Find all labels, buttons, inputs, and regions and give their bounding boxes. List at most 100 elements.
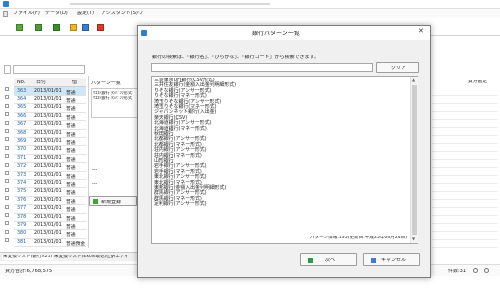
row-checkbox[interactable] [5, 179, 9, 184]
right-header-credit-account: 貸方勘定 [468, 80, 488, 84]
toolbar-import-icon[interactable] [16, 24, 23, 31]
row-checkbox[interactable] [5, 196, 9, 201]
menu-data[interactable]: データ(D) [45, 11, 68, 16]
next-button[interactable]: 次へ [300, 253, 357, 266]
pattern-list-item[interactable]: ｳｴｽﾄ銀行 ﾃﾝﾊﾟﾝﾂ形式 [93, 91, 132, 95]
table-cell-date: 2013/01/01 [34, 172, 62, 178]
menu-file[interactable]: ファイル(F) [13, 11, 40, 16]
toolbar-folder-icon[interactable] [70, 24, 77, 31]
dialog-close-icon[interactable]: ✕ [418, 28, 424, 35]
bank-list-scrollbar[interactable]: ▲ ▼ [410, 77, 418, 243]
pattern-list: ｳｴｽﾄ銀行 ﾃﾝﾊﾟﾝﾂ形式 ｳｴｽﾄ銀行 ﾃﾝﾊﾟﾝﾂ形式 [91, 88, 139, 118]
row-checkbox[interactable] [5, 129, 9, 133]
clear-button[interactable]: クリア [376, 62, 419, 73]
row-checkbox[interactable] [5, 204, 9, 209]
cancel-button-label: キャンセル [381, 258, 407, 263]
dialog-title: 銀行パターン一覧 [252, 30, 300, 37]
clear-button-label: クリア [391, 66, 407, 71]
grid-header-debit: 借 [72, 80, 78, 85]
bank-list: 三菱東京UFJ銀行(CSV形式) 三井住友銀行(金額入出金列明細形式) りそな銀行(… [151, 76, 418, 244]
next-button-label: 次へ [325, 258, 336, 263]
table-cell-date: 2013/01/01 [34, 239, 62, 245]
table-cell-date: 2013/01/01 [34, 147, 62, 153]
table-cell-no: 375 [17, 189, 27, 195]
cancel-button[interactable]: キャンセル [363, 253, 420, 266]
table-cell-no: 371 [17, 155, 27, 161]
tab-unconverted-bank[interactable]: 未変換リスト(銀行X21) [2, 255, 54, 260]
status-count: 件数:31 [448, 269, 467, 274]
bank-pattern-dialog: 銀行パターン一覧 ✕ 銀行の検索は、「銀行名」、「ひらがな」、「銀行コード」から… [137, 25, 431, 278]
row-checkbox[interactable] [5, 137, 9, 142]
row-checkbox[interactable] [5, 171, 9, 175]
app-search-input[interactable] [13, 65, 85, 74]
table-cell-date: 2013/01/01 [34, 88, 62, 94]
pattern-dash: --- [92, 182, 98, 187]
zoom-in-icon[interactable] [484, 268, 489, 273]
table-cell-date: 2013/01/01 [34, 155, 62, 161]
new-register-button[interactable]: 新規登録 [89, 196, 137, 206]
table-cell-no: 372 [17, 164, 27, 170]
grid-header: No. 日付 借 [14, 78, 86, 87]
scroll-up-icon[interactable]: ▲ [412, 78, 415, 82]
toolbar-delete-icon[interactable] [97, 24, 104, 31]
toolbar-settings-icon[interactable] [82, 24, 89, 31]
toolbar-export-icon[interactable] [35, 24, 42, 31]
bank-list-item[interactable]: 足利銀行(アンサー形式) [154, 201, 207, 207]
scroll-down-icon[interactable]: ▼ [412, 237, 415, 241]
table-cell-date: 2013/01/01 [34, 164, 62, 170]
table-cell-no: 365 [17, 105, 27, 111]
dialog-instruction: 銀行の検索は、「銀行名」、「ひらがな」、「銀行コード」から検索できます。 [152, 55, 320, 60]
menu-settings[interactable]: 設定(T) [77, 11, 94, 16]
pattern-list-item[interactable]: ｳｴｽﾄ銀行 ﾃﾝﾊﾟﾝﾂ形式 [93, 96, 132, 100]
row-checkbox[interactable] [5, 145, 9, 150]
bank-list-items: 三菱東京UFJ銀行(CSV形式) 三井住友銀行(金額入出金列明細形式) りそな銀行(… [152, 78, 408, 244]
row-checkbox[interactable] [5, 154, 9, 159]
toolbar-sheet-icon[interactable] [53, 24, 60, 31]
row-checkbox[interactable] [5, 162, 9, 167]
table-cell-no: 374 [17, 180, 27, 186]
table-cell-no: 373 [17, 172, 27, 178]
menu-window[interactable]: ウ [138, 11, 143, 16]
menu-doc-icon [3, 10, 8, 17]
table-cell-date: 2013/01/01 [34, 180, 62, 186]
tab-journal-editor[interactable]: 仕訳エディ [106, 255, 129, 260]
table-cell-date: 2013/01/01 [34, 206, 62, 212]
menu-bar: ファイル(F) データ(D) 設定(T) アシスタント(S) ウ [0, 9, 500, 18]
dialog-logo-icon [141, 30, 147, 36]
dialog-titlebar: 銀行パターン一覧 ✕ [138, 26, 430, 40]
app-small-box [4, 65, 11, 74]
grid-header-no: No. [17, 80, 26, 85]
zoom-out-icon[interactable] [473, 268, 478, 273]
table-cell-no: 366 [17, 113, 27, 119]
bank-search-input[interactable] [151, 63, 373, 72]
tab-unconverted-excel[interactable]: 未変換リスト(Excel取込) [54, 255, 107, 260]
row-checkbox[interactable] [5, 213, 9, 217]
right-panel-lines [432, 88, 498, 248]
row-checkbox[interactable] [5, 95, 9, 100]
row-checkbox[interactable] [5, 187, 9, 192]
row-checkbox[interactable] [5, 120, 9, 125]
row-checkbox[interactable] [5, 112, 9, 117]
table-cell-date: 2013/01/01 [34, 130, 62, 136]
table-cell-date: 2013/01/01 [34, 122, 62, 128]
pattern-panel: パターン一覧 ｳｴｽﾄ銀行 ﾃﾝﾊﾟﾝﾂ形式 ｳｴｽﾄ銀行 ﾃﾝﾊﾟﾝﾂ形式 -… [88, 76, 139, 248]
table-cell-no: 367 [17, 122, 27, 128]
table-row[interactable]: 381 2013/01/01 普通預金 [14, 238, 86, 248]
row-checkbox[interactable] [5, 221, 9, 226]
row-checkbox[interactable] [5, 103, 9, 108]
transaction-grid: No. 日付 借 363 2013/01/01 普通 364 2013/01/01 普通 3… [14, 78, 86, 248]
table-cell-date: 2013/01/01 [34, 231, 62, 237]
table-cell-no: 363 [17, 88, 27, 94]
row-checkbox[interactable] [5, 238, 9, 243]
table-cell-no: 379 [17, 222, 27, 228]
pattern-info: パターン情報:135(更新日:平成25年06月24日) [310, 236, 408, 240]
table-cell-no: 378 [17, 214, 27, 220]
menu-assistant[interactable]: アシスタント(S) [101, 11, 138, 16]
row-checkbox[interactable] [5, 87, 9, 91]
bottom-tabs: 未変換リスト(銀行X21) 未変換リスト(Excel取込) 仕訳エディ [0, 252, 150, 261]
row-checkbox[interactable] [5, 229, 9, 234]
cancel-icon [371, 257, 376, 263]
table-cell-no: 364 [17, 96, 27, 102]
pattern-dash: --- [92, 168, 98, 173]
scrollbar-thumb[interactable] [412, 85, 417, 235]
